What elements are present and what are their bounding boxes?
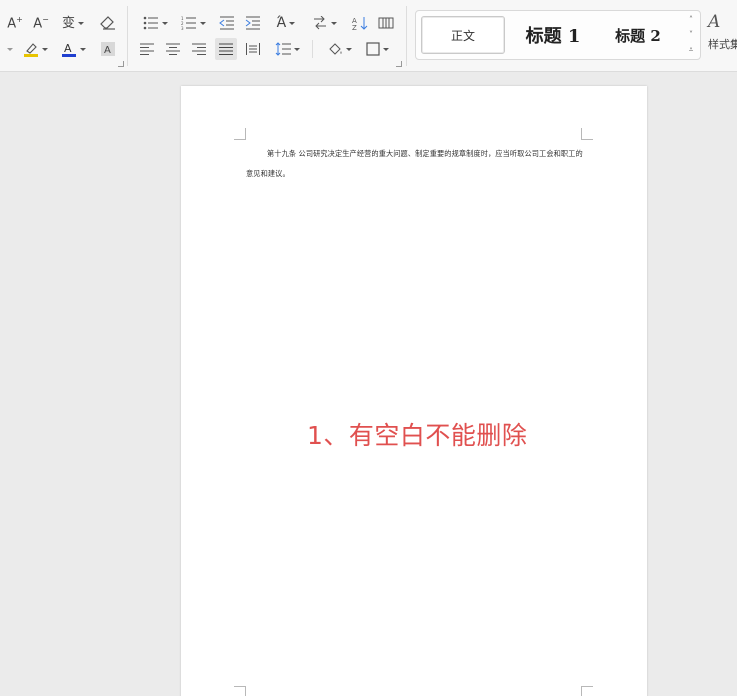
chevron-down-icon <box>199 21 206 25</box>
style-heading-1[interactable]: 标题 1 <box>511 16 595 54</box>
phonetic-guide-icon: 变 <box>61 15 75 31</box>
ribbon-toolbar: A+ A− 变 A A 1 2 3 Ά A Z 正文 标题 1 标题 2 ˄ ˅… <box>0 0 737 72</box>
margin-corner-mark <box>234 128 246 140</box>
shading-button[interactable] <box>324 38 354 60</box>
grow-font-button[interactable]: A+ <box>6 12 24 34</box>
group-divider <box>127 6 128 66</box>
line-spacing-button[interactable] <box>272 38 302 60</box>
decrease-indent-button[interactable] <box>218 12 236 34</box>
shrink-font-button[interactable]: A− <box>32 12 50 34</box>
font-dialog-launcher[interactable] <box>118 61 124 67</box>
style-set-button[interactable]: A 样式集 <box>708 12 737 62</box>
svg-text:3: 3 <box>181 26 184 30</box>
highlighter-icon <box>23 43 38 57</box>
gallery-scroll: ˄ ˅ ⩡ <box>685 15 697 55</box>
sort-button[interactable]: A Z <box>350 12 370 34</box>
align-right-icon <box>192 43 206 55</box>
align-center-icon <box>166 43 180 55</box>
chevron-down-icon[interactable]: ˅ <box>689 30 693 39</box>
align-center-button[interactable] <box>164 38 182 60</box>
chevron-down-icon <box>78 21 84 25</box>
expand-gallery-icon[interactable]: ⩡ <box>689 45 694 55</box>
eraser-icon <box>100 16 115 30</box>
chevron-down-icon <box>293 47 300 51</box>
numbering-button[interactable]: 1 2 3 <box>178 12 208 34</box>
indent-icon <box>245 16 260 30</box>
style-set-icon: A <box>708 12 721 32</box>
align-justify-icon <box>219 43 233 55</box>
character-shading-button[interactable]: A <box>98 38 118 60</box>
margin-corner-mark <box>234 686 246 696</box>
justify-button[interactable] <box>215 38 237 60</box>
sort-icon: A Z <box>352 17 368 30</box>
group-divider <box>312 40 313 58</box>
styles-gallery: 正文 标题 1 标题 2 ˄ ˅ ⩡ <box>415 10 701 60</box>
increase-indent-button[interactable] <box>244 12 262 34</box>
shrink-font-icon: A− <box>33 14 49 32</box>
bullet-list-icon <box>143 16 158 30</box>
grid-marks-icon <box>378 17 394 29</box>
margin-corner-mark <box>581 686 593 696</box>
margin-corner-mark <box>581 128 593 140</box>
font-color-button[interactable]: A <box>58 38 88 60</box>
font-size-dropdown[interactable] <box>4 38 13 60</box>
border-button[interactable] <box>362 38 392 60</box>
chevron-down-icon <box>41 47 48 51</box>
chevron-down-icon <box>382 47 389 51</box>
font-color-icon: A <box>61 42 76 57</box>
grow-font-icon: A+ <box>7 14 23 32</box>
group-divider <box>406 6 407 66</box>
align-left-button[interactable] <box>138 38 156 60</box>
chevron-down-icon <box>330 21 337 25</box>
style-heading-2[interactable]: 标题 2 <box>601 16 675 54</box>
chinese-layout-button[interactable]: Ά <box>272 12 300 34</box>
show-marks-button[interactable] <box>376 12 396 34</box>
red-annotation-text: 1、有空白不能删除 <box>307 421 528 450</box>
numbered-list-icon: 1 2 3 <box>181 16 196 30</box>
character-shading-icon: A <box>101 42 115 56</box>
border-icon <box>365 42 380 56</box>
distributed-align-icon <box>246 43 260 55</box>
svg-text:Z: Z <box>352 24 357 30</box>
line-spacing-icon <box>275 42 291 56</box>
svg-text:A: A <box>64 42 72 55</box>
chevron-down-icon <box>79 47 86 51</box>
paragraph-dialog-launcher[interactable] <box>396 61 402 67</box>
svg-text:A: A <box>104 45 111 56</box>
text-direction-icon <box>313 16 326 30</box>
distributed-align-button[interactable] <box>244 38 262 60</box>
phonetic-guide-button[interactable]: 变 <box>58 12 88 34</box>
bullets-button[interactable] <box>140 12 170 34</box>
chevron-up-icon[interactable]: ˄ <box>689 15 693 24</box>
align-right-button[interactable] <box>190 38 208 60</box>
align-left-icon <box>140 43 154 55</box>
style-normal[interactable]: 正文 <box>421 16 505 54</box>
body-paragraph[interactable]: 第十九条 公司研究决定生产经营的重大问题、制定重要的规章制度时，应当听取公司工会… <box>246 144 586 184</box>
outdent-icon <box>219 16 234 30</box>
clear-format-button[interactable] <box>98 12 118 34</box>
document-page[interactable]: 第十九条 公司研究决定生产经营的重大问题、制定重要的规章制度时，应当听取公司工会… <box>181 86 647 696</box>
paint-bucket-icon <box>328 43 341 55</box>
document-canvas[interactable]: 第十九条 公司研究决定生产经营的重大问题、制定重要的规章制度时，应当听取公司工会… <box>0 73 737 696</box>
chinese-layout-icon: Ά <box>276 15 287 31</box>
chevron-down-icon <box>6 47 13 51</box>
style-set-label: 样式集 <box>708 38 737 51</box>
chevron-down-icon <box>161 21 168 25</box>
text-direction-button[interactable] <box>310 12 338 34</box>
chevron-down-icon <box>345 47 352 51</box>
chevron-down-icon <box>289 21 296 25</box>
highlight-button[interactable] <box>20 38 50 60</box>
